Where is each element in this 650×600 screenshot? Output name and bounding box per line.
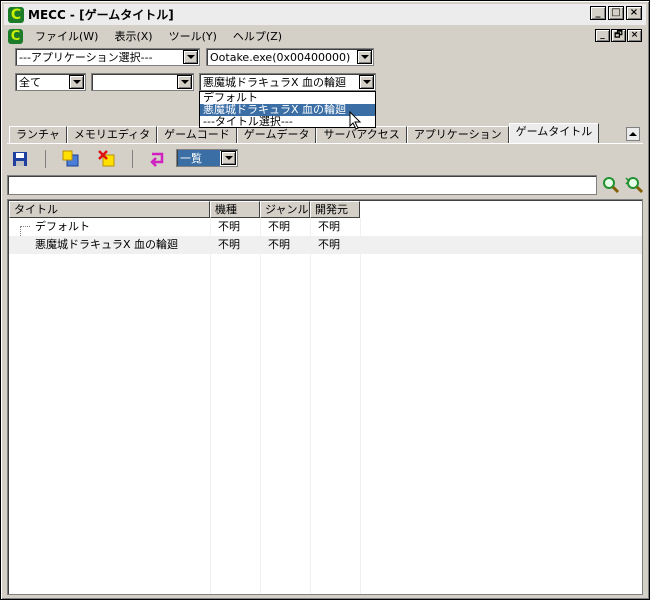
refresh-icon (150, 152, 164, 167)
title-select[interactable]: 悪魔城ドラキュラX 血の輪廻 (199, 73, 376, 91)
cell-platform: 不明 (218, 220, 240, 233)
child-minimize-button[interactable]: _ (595, 29, 610, 42)
secondary-select[interactable] (91, 73, 194, 91)
cell-platform: 不明 (218, 238, 240, 251)
toolbar-separator (132, 150, 133, 168)
delete-item-button[interactable] (96, 149, 118, 169)
cell-genre: 不明 (268, 238, 290, 251)
filter-select-value: 全て (19, 76, 41, 89)
child-restore-button[interactable]: 🗗 (611, 29, 626, 42)
tab-divider (7, 143, 643, 144)
title-bar[interactable]: C MECC - [ゲームタイトル] _ □ × (4, 4, 646, 25)
menu-file[interactable]: ファイル(W) (27, 28, 106, 44)
column-header-developer[interactable]: 開発元 (310, 201, 360, 218)
filter-select[interactable]: 全て (15, 73, 86, 91)
process-select-value: Ootake.exe(0x00400000) (210, 50, 351, 64)
column-header-title[interactable]: タイトル (9, 201, 210, 218)
save-button[interactable] (9, 149, 31, 169)
cell-title: デフォルト (35, 220, 90, 233)
menu-view[interactable]: 表示(X) (106, 28, 160, 44)
title-select-value: 悪魔城ドラキュラX 血の輪廻 (203, 76, 347, 89)
tab-game-data[interactable]: ゲームデータ (236, 126, 317, 144)
window-title: MECC - [ゲームタイトル] (28, 8, 174, 22)
tab-game-code[interactable]: ゲームコード (157, 126, 237, 144)
cell-title: 悪魔城ドラキュラX 血の輪廻 (35, 238, 179, 251)
title-list[interactable]: タイトル 機種 ジャンル 開発元 デフォルト 不明 不明 不明 悪魔城ドラキュラ… (7, 199, 643, 595)
new-item-icon (62, 150, 79, 167)
refresh-button[interactable] (147, 149, 169, 169)
menu-bar: C ファイル(W) 表示(X) ツール(Y) ヘルプ(Z) _ 🗗 × (4, 27, 646, 45)
chevron-down-icon[interactable] (183, 50, 198, 64)
list-item[interactable]: デフォルト 不明 不明 不明 (9, 218, 360, 236)
search-next-button[interactable] (624, 176, 644, 194)
child-close-button[interactable]: × (627, 29, 642, 42)
application-select-value: ---アプリケーション選択--- (19, 51, 153, 64)
app-logo-icon: C (8, 6, 24, 23)
column-gridline (310, 218, 311, 594)
column-gridline (360, 218, 361, 594)
cell-genre: 不明 (268, 220, 290, 233)
save-icon (13, 152, 27, 166)
add-item-button[interactable] (60, 149, 82, 169)
list-header: タイトル 機種 ジャンル 開発元 (9, 201, 360, 218)
chevron-down-icon[interactable] (357, 50, 372, 64)
search-icon (603, 177, 620, 194)
toolbar (9, 149, 183, 169)
column-gridline (260, 218, 261, 594)
tab-memory-editor[interactable]: メモリエディタ (66, 126, 158, 144)
close-button[interactable]: × (626, 6, 642, 20)
chevron-down-icon[interactable] (221, 151, 236, 165)
minimize-button[interactable]: _ (590, 6, 606, 20)
menu-tools[interactable]: ツール(Y) (161, 28, 225, 44)
cell-developer: 不明 (318, 220, 340, 233)
process-select[interactable]: Ootake.exe(0x00400000) (206, 48, 374, 66)
search-button[interactable] (601, 176, 621, 194)
cell-developer: 不明 (318, 238, 340, 251)
document-logo-icon[interactable]: C (8, 28, 23, 44)
mouse-cursor-icon (349, 111, 362, 130)
delete-icon (98, 150, 115, 167)
column-gridline (210, 218, 211, 594)
tab-game-title[interactable]: ゲームタイトル (508, 123, 600, 144)
maximize-button[interactable]: □ (608, 6, 624, 20)
collapse-button[interactable] (626, 127, 640, 141)
view-mode-select[interactable]: 一覧 (176, 149, 238, 167)
menu-help[interactable]: ヘルプ(Z) (225, 28, 290, 44)
application-select[interactable]: ---アプリケーション選択--- (15, 48, 200, 66)
chevron-up-icon (629, 132, 637, 136)
column-header-platform[interactable]: 機種 (210, 201, 260, 218)
view-mode-value: 一覧 (178, 150, 220, 166)
main-window: C MECC - [ゲームタイトル] _ □ × C ファイル(W) 表示(X)… (0, 0, 650, 600)
chevron-down-icon[interactable] (177, 75, 192, 89)
search-input[interactable] (7, 175, 597, 195)
chevron-down-icon[interactable] (69, 75, 84, 89)
tab-application[interactable]: アプリケーション (406, 126, 509, 144)
list-item[interactable]: 悪魔城ドラキュラX 血の輪廻 不明 不明 不明 (9, 236, 642, 254)
toolbar-separator (45, 150, 46, 168)
tab-launcher[interactable]: ランチャ (9, 126, 67, 144)
column-header-genre[interactable]: ジャンル (260, 201, 310, 218)
chevron-down-icon[interactable] (359, 75, 374, 89)
search-next-icon (625, 177, 643, 194)
